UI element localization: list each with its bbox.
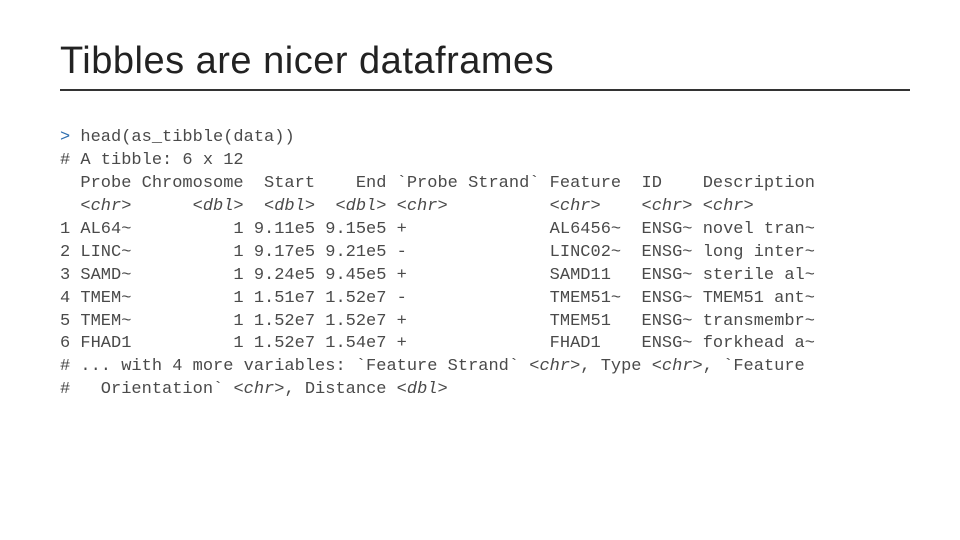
column-headers: Probe Chromosome Start End `Probe Strand… [60, 174, 815, 193]
r-console-output: > head(as_tibble(data)) # A tibble: 6 x … [60, 127, 910, 402]
tibble-footer-line: # Orientation` <chr>, Distance <dbl> [60, 380, 448, 399]
table-row: 6 FHAD1 1 1.52e7 1.54e7 + FHAD1 ENSG~ fo… [60, 334, 815, 353]
tibble-header-hash: # [60, 151, 70, 170]
console-command: head(as_tibble(data)) [80, 128, 294, 147]
table-row: 4 TMEM~ 1 1.51e7 1.52e7 - TMEM51~ ENSG~ … [60, 289, 815, 308]
slide-title: Tibbles are nicer dataframes [60, 40, 910, 91]
table-row: 2 LINC~ 1 9.17e5 9.21e5 - LINC02~ ENSG~ … [60, 243, 815, 262]
tibble-dim: A tibble: 6 x 12 [80, 151, 243, 170]
table-row: 5 TMEM~ 1 1.52e7 1.52e7 + TMEM51 ENSG~ t… [60, 312, 815, 331]
table-row: 3 SAMD~ 1 9.24e5 9.45e5 + SAMD11 ENSG~ s… [60, 266, 815, 285]
table-row: 1 AL64~ 1 9.11e5 9.15e5 + AL6456~ ENSG~ … [60, 220, 815, 239]
console-prompt: > [60, 128, 70, 147]
tibble-footer-line: # ... with 4 more variables: `Feature St… [60, 357, 805, 376]
slide: Tibbles are nicer dataframes > head(as_t… [0, 0, 960, 402]
column-types: <chr> <dbl> <dbl> <dbl> <chr> <chr> <chr… [60, 197, 754, 216]
